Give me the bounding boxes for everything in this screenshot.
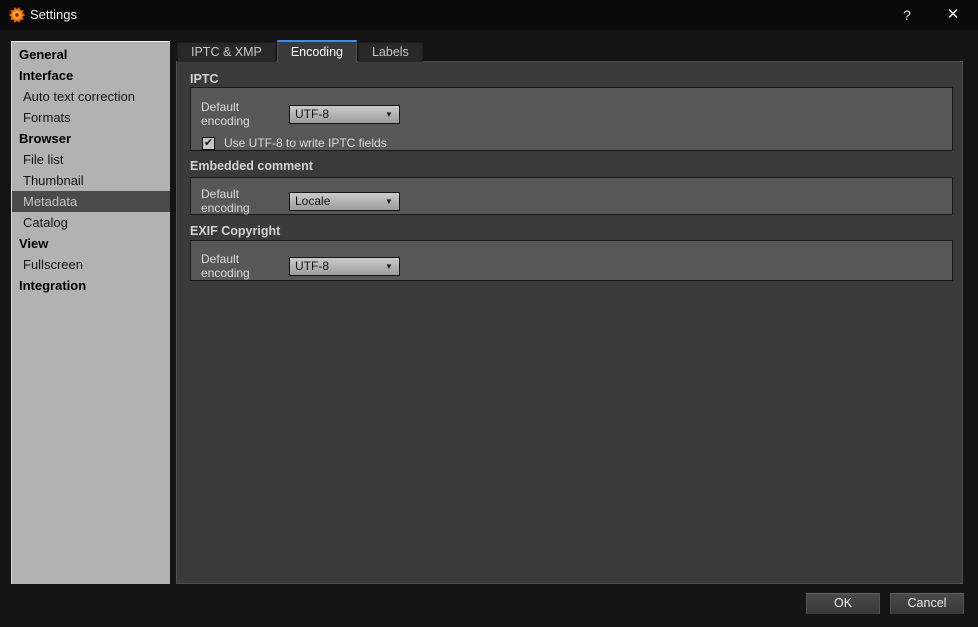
sidebar-item-interface[interactable]: Interface <box>12 65 170 86</box>
group-title-iptc: IPTC <box>190 72 219 86</box>
close-icon[interactable]: ✕ <box>938 0 968 30</box>
app-flame-icon <box>8 6 26 24</box>
sidebar-item-integration[interactable]: Integration <box>12 275 170 296</box>
default-encoding-label: Default encoding <box>201 187 250 215</box>
window-title: Settings <box>30 7 77 22</box>
selected-value: Locale <box>295 193 331 208</box>
tabbar: IPTC & XMP Encoding Labels <box>177 40 424 63</box>
sidebar-item-file-list[interactable]: File list <box>12 149 170 170</box>
tab-encoding[interactable]: Encoding <box>276 40 357 63</box>
default-encoding-label: Default encoding <box>201 252 250 280</box>
sidebar-item-formats[interactable]: Formats <box>12 107 170 128</box>
chevron-down-icon: ▼ <box>385 261 393 271</box>
sidebar-item-auto-text-correction[interactable]: Auto text correction <box>12 86 170 107</box>
sidebar-item-catalog[interactable]: Catalog <box>12 212 170 233</box>
chevron-down-icon: ▼ <box>385 196 393 206</box>
tab-labels[interactable]: Labels <box>357 42 423 62</box>
sidebar-item-general[interactable]: General <box>12 44 170 65</box>
help-button[interactable]: ? <box>892 0 922 30</box>
settings-nav: General Interface Auto text correction F… <box>11 41 170 584</box>
iptc-default-encoding-select[interactable]: UTF-8 ▼ <box>289 104 400 124</box>
sidebar-item-browser[interactable]: Browser <box>12 128 170 149</box>
encoding-tab-panel: IPTC Default encoding UTF-8 ▼ ✔ Use UTF-… <box>176 61 963 584</box>
group-title-embedded-comment: Embedded comment <box>190 159 313 173</box>
chevron-down-icon: ▼ <box>385 109 393 119</box>
sidebar-item-thumbnail[interactable]: Thumbnail <box>12 170 170 191</box>
sidebar-item-metadata[interactable]: Metadata <box>12 191 170 212</box>
default-encoding-label: Default encoding <box>201 100 250 128</box>
sidebar-item-view[interactable]: View <box>12 233 170 254</box>
selected-value: UTF-8 <box>295 258 329 273</box>
ok-button[interactable]: OK <box>805 592 881 615</box>
sidebar-item-fullscreen[interactable]: Fullscreen <box>12 254 170 275</box>
group-title-exif-copyright: EXIF Copyright <box>190 224 281 238</box>
selected-value: UTF-8 <box>295 106 329 121</box>
cancel-button[interactable]: Cancel <box>889 592 965 615</box>
checkmark-icon: ✔ <box>203 136 214 149</box>
use-utf8-checkbox-label: Use UTF-8 to write IPTC fields <box>224 136 387 150</box>
group-embedded-comment: Default encoding Locale ▼ <box>190 177 953 215</box>
exif-default-encoding-select[interactable]: UTF-8 ▼ <box>289 256 400 276</box>
group-iptc: Default encoding UTF-8 ▼ ✔ Use UTF-8 to … <box>190 87 953 151</box>
comment-default-encoding-select[interactable]: Locale ▼ <box>289 191 400 211</box>
use-utf8-checkbox[interactable]: ✔ <box>202 136 215 150</box>
group-exif-copyright: Default encoding UTF-8 ▼ <box>190 240 953 281</box>
titlebar: Settings ? ✕ <box>0 0 978 30</box>
tab-iptc-xmp[interactable]: IPTC & XMP <box>177 42 276 62</box>
